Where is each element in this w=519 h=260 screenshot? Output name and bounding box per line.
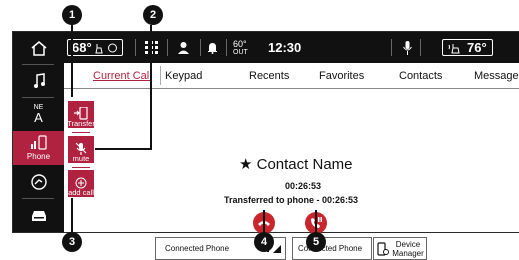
sidebar-item-vehicle[interactable] bbox=[13, 199, 64, 232]
sidebar-item-label: Phone bbox=[26, 152, 51, 161]
user-icon bbox=[178, 41, 189, 54]
device-manager-icon bbox=[377, 241, 389, 256]
passenger-climate[interactable]: 76° bbox=[442, 32, 493, 63]
phone-icon bbox=[30, 135, 47, 150]
tab-favorites[interactable]: Favorites bbox=[319, 63, 364, 88]
apps-button[interactable] bbox=[145, 32, 159, 63]
tab-recents[interactable]: Recents bbox=[249, 63, 289, 88]
heated-seat-icon bbox=[95, 43, 103, 53]
car-icon bbox=[31, 210, 46, 221]
microphone-icon bbox=[403, 40, 412, 55]
passenger-temp-box: 76° bbox=[442, 39, 493, 56]
clock: 12:30 bbox=[268, 32, 301, 63]
contact-name-text: Contact Name bbox=[256, 156, 353, 173]
sidebar-item-media[interactable] bbox=[13, 65, 64, 97]
mute-label: mute bbox=[72, 154, 90, 163]
callout-5: 5 bbox=[306, 232, 326, 252]
callout-2: 2 bbox=[143, 5, 163, 25]
passenger-temp: 76° bbox=[467, 40, 487, 55]
transfer-label: Transfer bbox=[67, 119, 95, 128]
home-icon bbox=[31, 41, 46, 56]
outside-temp-value: 60° bbox=[233, 38, 247, 49]
grid-icon bbox=[145, 40, 158, 54]
sidebar-item-phone[interactable]: Phone bbox=[13, 131, 64, 165]
driver-climate[interactable]: 68° bbox=[67, 32, 123, 63]
callout-4: 4 bbox=[254, 232, 274, 252]
connected-phone-1-label: Connected Phone bbox=[165, 244, 230, 253]
heated-wheel-icon bbox=[107, 43, 117, 52]
mute-button[interactable]: mute bbox=[68, 136, 94, 163]
sidebar-item-nav[interactable]: NE A bbox=[13, 98, 64, 130]
infotainment-screen: NE A Phone 68° 60° OUT 12:30 76° Current… bbox=[12, 31, 519, 260]
tab-contacts[interactable]: Contacts bbox=[399, 63, 442, 88]
sidebar: NE A Phone bbox=[13, 32, 64, 232]
notifications-button[interactable] bbox=[207, 32, 218, 63]
call-duration: 00:26:53 bbox=[285, 181, 322, 191]
contact-name: ★ Contact Name bbox=[239, 155, 353, 173]
music-note-icon bbox=[33, 73, 45, 88]
clock-time: 12:30 bbox=[268, 40, 302, 55]
phone-tabs: Current Call Keypad Recents Favorites Co… bbox=[64, 63, 519, 89]
bell-icon bbox=[208, 43, 217, 54]
tab-current-call[interactable]: Current Call bbox=[93, 63, 152, 88]
sidebar-item-controls[interactable] bbox=[13, 166, 64, 198]
outside-temp-label: OUT bbox=[233, 48, 248, 56]
device-manager-label: Device Manager bbox=[392, 239, 424, 258]
add-call-label: add call bbox=[68, 188, 94, 197]
compass-icon: A bbox=[34, 110, 43, 125]
status-bar: 68° 60° OUT 12:30 76° bbox=[64, 32, 519, 63]
driver-temp: 68° bbox=[72, 40, 92, 55]
transfer-button[interactable]: Transfer bbox=[67, 101, 95, 128]
callout-3: 3 bbox=[62, 232, 82, 252]
profile-button[interactable] bbox=[177, 32, 190, 63]
heated-seat-icon bbox=[448, 43, 460, 53]
connected-phone-2[interactable]: Connected Phone bbox=[292, 237, 372, 260]
add-call-button[interactable]: add call bbox=[68, 170, 94, 197]
callout-1: 1 bbox=[62, 5, 82, 25]
sidebar-item-home[interactable] bbox=[13, 32, 64, 64]
voice-button[interactable] bbox=[403, 32, 412, 63]
tab-messages[interactable]: Messages bbox=[474, 63, 519, 88]
transfer-status: Transferred to phone - 00:26:53 bbox=[224, 195, 359, 205]
driver-temp-box: 68° bbox=[67, 39, 123, 56]
controls-icon bbox=[30, 174, 47, 190]
outside-temp: 60° OUT bbox=[233, 32, 248, 63]
favorite-star-icon: ★ bbox=[239, 156, 253, 173]
tab-keypad[interactable]: Keypad bbox=[165, 63, 202, 88]
device-manager-button[interactable]: Device Manager bbox=[373, 237, 427, 260]
